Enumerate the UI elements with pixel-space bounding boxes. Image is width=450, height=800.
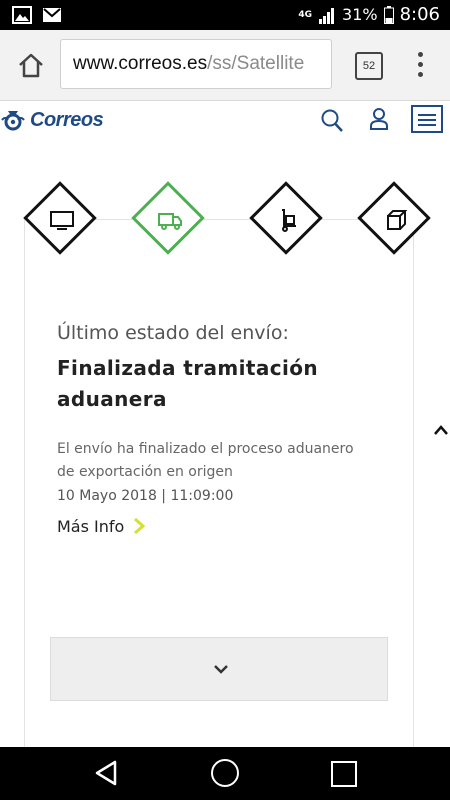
battery-percent: 31% [342,5,378,24]
more-info-link[interactable]: Más Info [57,516,146,536]
step-admission[interactable] [22,180,102,260]
mail-notification-icon [43,8,61,22]
url-host: www.correos.es [73,53,208,74]
network-type-label: 4G [298,9,313,20]
home-circle-icon[interactable] [211,759,239,787]
last-state-label: Último estado del envío: [57,322,289,344]
signal-icon [319,7,335,24]
monitor-icon [50,211,74,230]
hamburger-menu-icon[interactable] [411,105,443,133]
scroll-top-chevron-icon[interactable] [433,424,449,436]
url-path: /ss/Satellite [207,53,305,74]
truck-icon [158,213,182,230]
battery-icon [383,5,394,24]
recents-icon[interactable] [331,761,357,787]
chevron-down-icon [214,665,228,674]
url-bar[interactable]: www.correos.es/ss/Satellite [60,39,332,89]
step-delivered[interactable] [356,180,436,260]
home-icon[interactable] [16,50,46,80]
state-description: El envío ha finalizado el proceso aduane… [57,441,354,480]
site-header: Correos [0,101,450,141]
android-nav-bar [0,747,450,800]
more-info-label: Más Info [57,516,125,536]
clock: 8:06 [399,4,440,25]
step-distribution[interactable] [248,180,328,260]
last-state-title: Finalizada tramitación aduanera [57,356,319,411]
state-date: 10 Mayo 2018 | 11:09:00 [57,488,234,504]
logo-text: Correos [30,108,104,131]
step-in-transit[interactable] [130,180,210,260]
search-icon[interactable] [320,108,344,134]
post-horn-icon [1,111,25,131]
correos-logo[interactable]: Correos [0,107,104,133]
browser-toolbar: www.correos.es/ss/Satellite 52 [0,30,450,101]
overflow-menu-icon[interactable] [418,52,424,78]
hand-truck-icon [282,209,296,232]
image-notification-icon [12,6,32,24]
tab-switcher-button[interactable]: 52 [355,52,383,80]
expand-history-button[interactable] [50,637,388,701]
chevron-right-icon [134,517,146,535]
user-icon[interactable] [369,107,389,131]
package-icon [387,210,408,230]
status-bar: 4G 31% 8:06 [0,0,450,30]
back-icon[interactable] [93,759,119,787]
